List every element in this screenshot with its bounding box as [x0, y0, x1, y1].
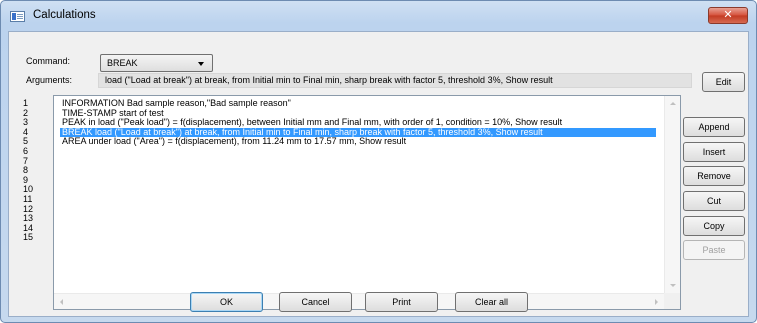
copy-button[interactable]: Copy	[683, 216, 745, 236]
arguments-label: Arguments:	[26, 75, 73, 85]
vertical-scrollbar[interactable]	[664, 96, 680, 293]
dialog-body: Command: BREAK Arguments: load ("Load at…	[8, 31, 749, 317]
append-button[interactable]: Append	[683, 117, 745, 137]
close-button[interactable]: ✕	[708, 7, 748, 24]
clear-all-button[interactable]: Clear all	[455, 292, 528, 312]
command-dropdown[interactable]: BREAK	[100, 54, 213, 72]
list-item[interactable]: AREA under load ("Area") = f(displacemen…	[60, 137, 656, 147]
scroll-right-icon[interactable]	[655, 299, 658, 305]
print-button[interactable]: Print	[365, 292, 438, 312]
cut-button[interactable]: Cut	[683, 191, 745, 211]
remove-button[interactable]: Remove	[683, 166, 745, 186]
arguments-field: load ("Load at break") at break, from In…	[98, 73, 692, 88]
scroll-left-icon[interactable]	[60, 299, 63, 305]
title-bar[interactable]: Calculations ✕	[1, 1, 756, 31]
calculation-list[interactable]: INFORMATION Bad sample reason,"Bad sampl…	[53, 95, 681, 310]
cancel-button[interactable]: Cancel	[279, 292, 352, 312]
scroll-down-icon[interactable]	[670, 284, 676, 287]
command-label: Command:	[26, 56, 71, 66]
calculation-rows: INFORMATION Bad sample reason,"Bad sampl…	[60, 98, 656, 147]
line-number: 15	[23, 232, 34, 243]
insert-button[interactable]: Insert	[683, 142, 745, 162]
line-numbers: 1 2 3 4 5 6 7 8 9 10 11 12 13 14 15	[23, 98, 43, 243]
chevron-down-icon	[198, 62, 204, 66]
horizontal-scrollbar[interactable]	[54, 293, 664, 309]
window-title: Calculations	[33, 9, 96, 21]
command-value: BREAK	[107, 58, 138, 68]
ok-button[interactable]: OK	[190, 292, 263, 312]
close-icon: ✕	[723, 9, 733, 21]
paste-button[interactable]: Paste	[683, 240, 745, 260]
scroll-up-icon[interactable]	[670, 102, 676, 105]
scrollbar-corner	[664, 293, 680, 309]
edit-button[interactable]: Edit	[702, 72, 745, 92]
window-icon	[10, 11, 25, 22]
calculations-dialog: Calculations ✕ Command: BREAK Arguments:…	[0, 0, 757, 323]
